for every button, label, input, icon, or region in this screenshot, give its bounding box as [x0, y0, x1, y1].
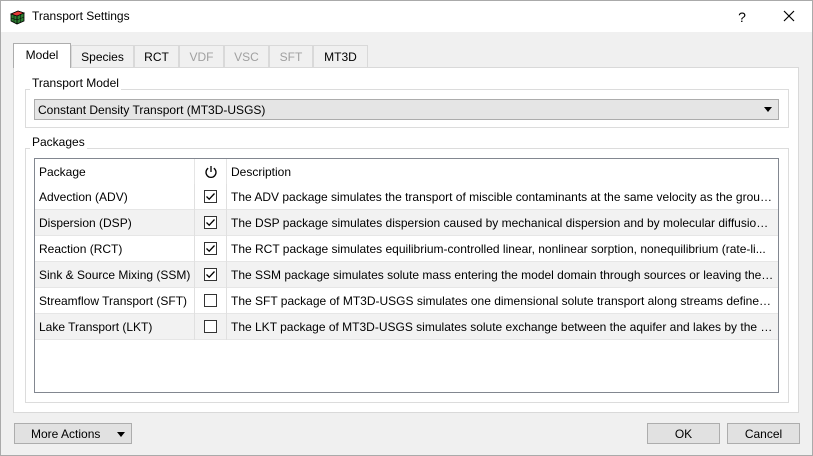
package-name: Sink & Source Mixing (SSM): [35, 262, 195, 288]
table-row[interactable]: Streamflow Transport (SFT) The SFT packa…: [35, 288, 778, 314]
checkmark-icon: [206, 193, 215, 201]
packages-table-header: Package Description: [35, 159, 778, 184]
package-name: Dispersion (DSP): [35, 210, 195, 236]
package-name: Lake Transport (LKT): [35, 314, 195, 340]
title-bar: Transport Settings ?: [1, 1, 812, 32]
column-header-package[interactable]: Package: [35, 159, 195, 184]
package-description: The ADV package simulates the transport …: [231, 190, 777, 204]
package-enabled-checkbox[interactable]: [204, 216, 217, 229]
transport-model-group-title: Transport Model: [30, 76, 121, 90]
window-title: Transport Settings: [32, 9, 130, 23]
table-row[interactable]: Advection (ADV) The ADV package simulate…: [35, 184, 778, 210]
package-description: The RCT package simulates equilibrium-co…: [231, 242, 766, 256]
tab-vdf[interactable]: VDF: [179, 45, 224, 67]
package-enabled-checkbox[interactable]: [204, 294, 217, 307]
cancel-button[interactable]: Cancel: [727, 423, 800, 444]
help-button[interactable]: ?: [719, 1, 765, 32]
package-name: Advection (ADV): [35, 184, 195, 210]
package-description: The LKT package of MT3D-USGS simulates s…: [231, 320, 778, 334]
packages-table: Package Description Advection (ADV) The …: [34, 158, 779, 393]
tab-model[interactable]: Model: [13, 43, 71, 68]
dropdown-arrow-icon: [117, 432, 125, 437]
package-enabled-cell: [195, 210, 227, 236]
ok-button[interactable]: OK: [647, 423, 720, 444]
table-row[interactable]: Reaction (RCT) The RCT package simulates…: [35, 236, 778, 262]
package-enabled-checkbox[interactable]: [204, 268, 217, 281]
table-row[interactable]: Lake Transport (LKT) The LKT package of …: [35, 314, 778, 340]
chevron-down-icon: [764, 107, 772, 112]
close-button[interactable]: [766, 1, 812, 32]
package-name: Streamflow Transport (SFT): [35, 288, 195, 314]
package-enabled-checkbox[interactable]: [204, 190, 217, 203]
packages-group-title: Packages: [30, 135, 87, 149]
transport-model-select[interactable]: Constant Density Transport (MT3D-USGS): [34, 99, 779, 120]
package-enabled-cell: [195, 314, 227, 340]
package-name: Reaction (RCT): [35, 236, 195, 262]
package-description: The DSP package simulates dispersion cau…: [231, 216, 778, 230]
close-icon: [783, 6, 795, 27]
package-description: The SFT package of MT3D-USGS simulates o…: [231, 294, 778, 308]
column-header-enabled[interactable]: [195, 159, 227, 184]
tab-mt3d[interactable]: MT3D: [313, 45, 368, 67]
package-enabled-checkbox[interactable]: [204, 320, 217, 333]
table-row[interactable]: Sink & Source Mixing (SSM) The SSM packa…: [35, 262, 778, 288]
transport-model-selected: Constant Density Transport (MT3D-USGS): [38, 103, 266, 117]
package-enabled-cell: [195, 236, 227, 262]
tab-sft[interactable]: SFT: [269, 45, 313, 67]
package-enabled-cell: [195, 288, 227, 314]
app-grid-icon: [9, 9, 26, 25]
checkmark-icon: [206, 271, 215, 279]
package-enabled-cell: [195, 184, 227, 210]
table-row[interactable]: Dispersion (DSP) The DSP package simulat…: [35, 210, 778, 236]
checkmark-icon: [206, 245, 215, 253]
checkmark-icon: [206, 219, 215, 227]
package-enabled-checkbox[interactable]: [204, 242, 217, 255]
more-actions-button[interactable]: More Actions: [14, 423, 132, 444]
more-actions-label: More Actions: [31, 427, 101, 441]
package-enabled-cell: [195, 262, 227, 288]
package-description: The SSM package simulates solute mass en…: [231, 268, 775, 282]
transport-settings-dialog: Transport Settings ? Model Species RCT V…: [0, 0, 813, 456]
column-header-description[interactable]: Description: [227, 159, 778, 184]
tab-vsc[interactable]: VSC: [224, 45, 269, 67]
tab-rct[interactable]: RCT: [134, 45, 179, 67]
tab-species[interactable]: Species: [71, 45, 134, 67]
power-icon: [204, 165, 218, 182]
